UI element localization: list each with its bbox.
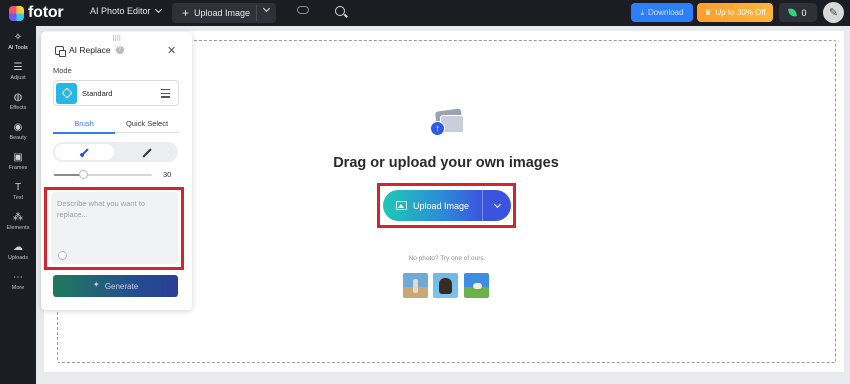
rail-item-label: Adjust (10, 75, 26, 81)
rail-item-ai-tools[interactable]: ✧ AI Tools (0, 32, 36, 51)
rail-item-label: Beauty (9, 135, 27, 141)
mode-select[interactable]: Standard (53, 80, 179, 106)
elements-icon: ⁂ (13, 212, 23, 223)
rail-item-label: More (11, 285, 25, 291)
rail-item-label: Effects (9, 105, 27, 111)
brush-mode-tabs: Brush Quick Select (53, 116, 179, 134)
sample-photo-thumbnail[interactable] (403, 273, 428, 298)
credits-button[interactable]: 0 (779, 3, 817, 22)
eye-icon: ◉ (13, 122, 23, 133)
upload-images-illustration-icon: ↑ (430, 108, 464, 138)
divider (256, 5, 257, 21)
app-menu-label: AI Photo Editor (90, 6, 151, 16)
effects-icon: ◍ (13, 92, 23, 103)
sample-photo-thumbnail[interactable] (464, 273, 489, 298)
brush-eraser-toggle (53, 142, 178, 162)
rail-item-elements[interactable]: ⁂ Elements (0, 212, 36, 231)
search-icon[interactable] (335, 6, 345, 16)
upgrade-discount-button[interactable]: ♛ Up to 30% Off (697, 3, 773, 22)
fotor-logo[interactable]: fotor (9, 4, 64, 22)
app-menu-dropdown[interactable]: AI Photo Editor (90, 5, 162, 16)
mode-thumbnail-icon (56, 82, 77, 104)
text-icon: T (14, 182, 22, 193)
rail-item-beauty[interactable]: ◉ Beauty (0, 122, 36, 141)
drag-handle-icon[interactable]: ⠿⠿ (112, 35, 121, 43)
sample-photo-thumbnail[interactable] (433, 273, 458, 298)
brush-icon (81, 148, 88, 156)
brush-size-slider-handle[interactable] (78, 170, 88, 179)
rail-item-effects[interactable]: ◍ Effects (0, 92, 36, 111)
ai-replace-panel: ⠿⠿ AI Replace ? ✕ Mode Standard Brush Qu… (41, 32, 192, 310)
rail-item-more[interactable]: ⋯ More (0, 272, 36, 291)
rail-item-label: Text (12, 195, 24, 201)
tab-brush[interactable]: Brush (53, 119, 115, 134)
chevron-down-icon (154, 5, 162, 14)
crown-icon: ♛ (704, 8, 712, 17)
download-button[interactable]: ⤓ Download (631, 3, 693, 22)
discount-label: Up to 30% Off (715, 8, 766, 17)
sparkle-icon (93, 280, 100, 290)
replace-prompt-input[interactable] (51, 192, 178, 264)
tab-quick-select[interactable]: Quick Select (115, 119, 179, 128)
sliders-icon: ☰ (13, 62, 23, 73)
brush-size-value: 30 (163, 170, 172, 179)
plus-icon: + (182, 6, 190, 20)
avatar[interactable]: ✎ (823, 2, 844, 23)
ai-replace-icon (55, 45, 66, 57)
topbar-upload-label: Upload Image (194, 8, 251, 18)
eraser-icon (144, 148, 151, 156)
left-tool-rail: ✧ AI Tools ☰ Adjust ◍ Effects ◉ Beauty ▣… (0, 26, 36, 384)
close-icon[interactable]: ✕ (167, 44, 176, 57)
download-icon: ⤓ (640, 7, 644, 17)
chevron-down-icon[interactable] (262, 4, 271, 13)
sample-photos-caption: No photo? Try one of ours. (408, 255, 486, 262)
eraser-tool-button[interactable] (119, 144, 176, 160)
upload-image-button[interactable]: Upload Image (383, 190, 482, 221)
help-icon[interactable]: ? (115, 46, 124, 54)
drop-zone-headline: Drag or upload your own images (333, 155, 559, 171)
more-icon: ⋯ (13, 272, 23, 283)
logo-mark-icon (9, 5, 24, 21)
wand-icon: ✧ (13, 32, 23, 43)
frame-icon: ▣ (13, 152, 23, 163)
lightbulb-icon[interactable] (58, 251, 67, 260)
brush-tool-button[interactable] (55, 144, 114, 160)
credits-count: 0 (801, 7, 807, 18)
rail-item-label: Frames (8, 165, 28, 171)
upload-image-label: Upload Image (412, 200, 470, 211)
rail-item-label: Uploads (7, 255, 29, 261)
logo-text: fotor (28, 4, 64, 21)
image-icon (395, 201, 407, 210)
cloud-sync-icon[interactable] (297, 6, 309, 14)
generate-label: Generate (104, 281, 139, 291)
settings-sliders-icon[interactable] (161, 89, 170, 98)
leaf-icon (788, 7, 798, 18)
rail-item-text[interactable]: T Text (0, 182, 36, 201)
cloud-upload-icon: ☁ (13, 242, 23, 253)
mode-label: Mode (53, 66, 72, 75)
rail-item-label: AI Tools (8, 45, 28, 51)
topbar-upload-button[interactable]: + Upload Image (172, 3, 276, 23)
rail-item-label: Elements (6, 225, 30, 231)
panel-title-text: AI Replace (69, 45, 111, 55)
rail-item-frames[interactable]: ▣ Frames (0, 152, 36, 171)
rail-item-adjust[interactable]: ☰ Adjust (0, 62, 36, 81)
mode-value: Standard (82, 88, 113, 98)
chevron-down-icon (493, 200, 501, 208)
rail-item-uploads[interactable]: ☁ Uploads (0, 242, 36, 261)
generate-button[interactable]: Generate (53, 275, 178, 297)
download-label: Download (647, 8, 684, 17)
top-bar: fotor AI Photo Editor + Upload Image ⤓ D… (0, 0, 850, 26)
panel-title: AI Replace ? (55, 45, 124, 57)
